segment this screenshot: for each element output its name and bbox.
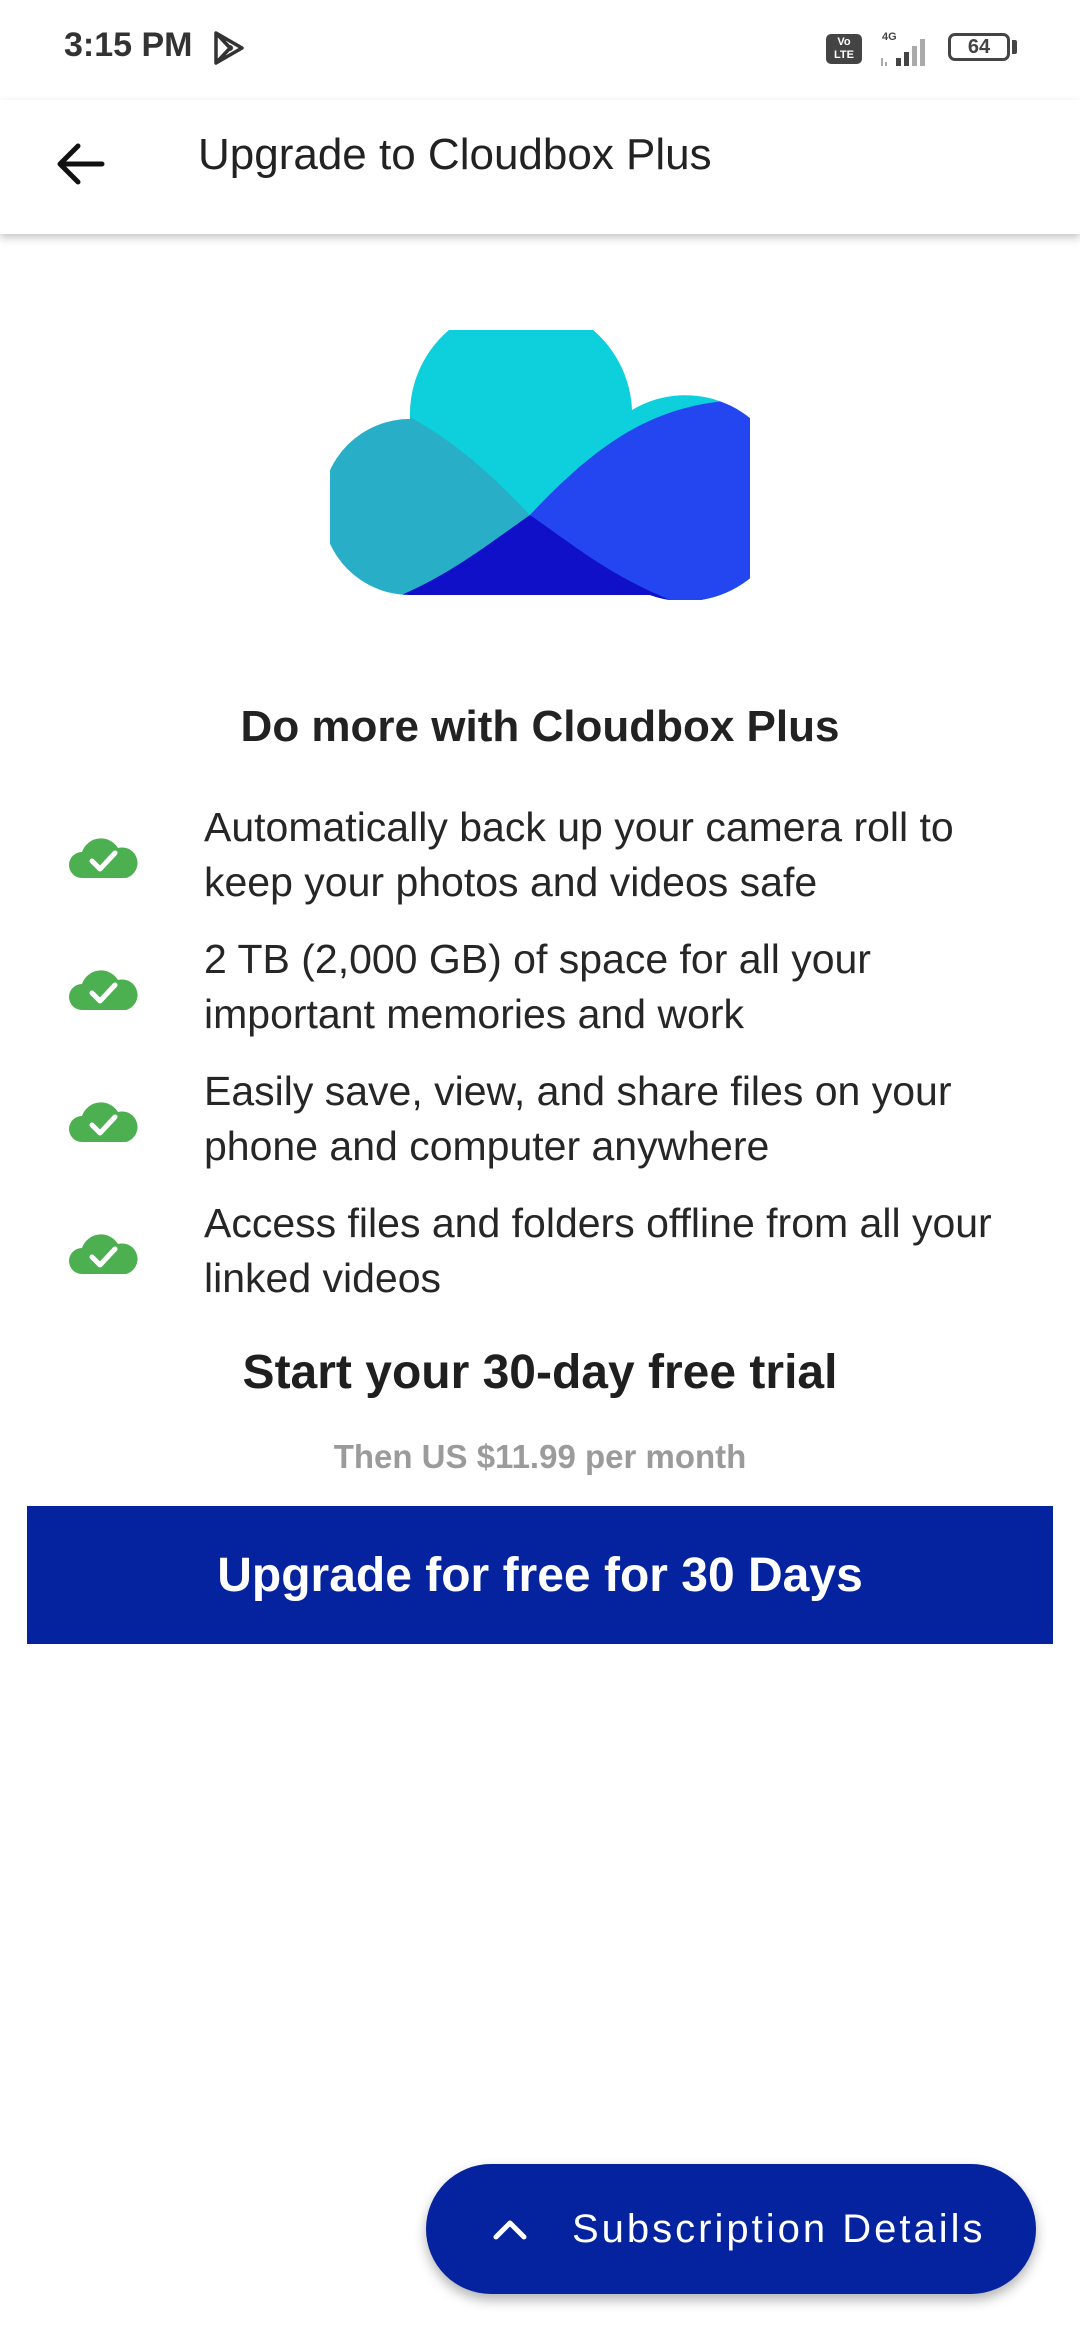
- feature-item: Automatically back up your camera roll t…: [0, 800, 1080, 932]
- cloud-check-icon: [69, 1102, 138, 1142]
- status-bar: 3:15 PM Vo LTE 4G 64: [0, 0, 1080, 100]
- cloud-check-icon: [69, 838, 138, 878]
- subscription-details-label: Subscription Details: [572, 2206, 986, 2251]
- volte-icon: Vo LTE: [826, 34, 862, 64]
- app-bar: Upgrade to Cloudbox Plus: [0, 100, 1080, 234]
- feature-text: Automatically back up your camera roll t…: [204, 804, 954, 905]
- back-button[interactable]: [40, 124, 120, 204]
- feature-text: Access files and folders offline from al…: [204, 1200, 992, 1301]
- cloud-logo: [330, 330, 750, 600]
- cloud-check-icon: [69, 970, 138, 1010]
- headline: Do more with Cloudbox Plus: [240, 702, 840, 751]
- play-store-icon: [214, 31, 244, 65]
- subscription-details-button[interactable]: Subscription Details: [426, 2164, 1036, 2294]
- battery-icon: 64: [948, 33, 1010, 61]
- page-title: Upgrade to Cloudbox Plus: [198, 130, 712, 179]
- feature-text: 2 TB (2,000 GB) of space for all your im…: [204, 936, 871, 1037]
- upgrade-button[interactable]: Upgrade for free for 30 Days: [27, 1506, 1053, 1644]
- feature-item: Easily save, view, and share files on yo…: [0, 1064, 1080, 1196]
- status-time: 3:15 PM: [64, 26, 193, 64]
- feature-item: Access files and folders offline from al…: [0, 1196, 1080, 1328]
- chevron-up-icon: [493, 2220, 527, 2240]
- battery-level: 64: [967, 36, 991, 58]
- trial-title: Start your 30-day free trial: [242, 1346, 838, 1399]
- cloud-check-icon: [69, 1234, 138, 1274]
- feature-text: Easily save, view, and share files on yo…: [204, 1068, 952, 1169]
- network-label: 4G: [882, 31, 897, 43]
- price-note: Then US $11.99 per month: [333, 1438, 747, 1475]
- arrow-left-icon: [57, 143, 105, 185]
- feature-item: 2 TB (2,000 GB) of space for all your im…: [0, 932, 1080, 1064]
- battery-tip: [1012, 40, 1017, 54]
- signal-icon: 4G: [881, 31, 925, 66]
